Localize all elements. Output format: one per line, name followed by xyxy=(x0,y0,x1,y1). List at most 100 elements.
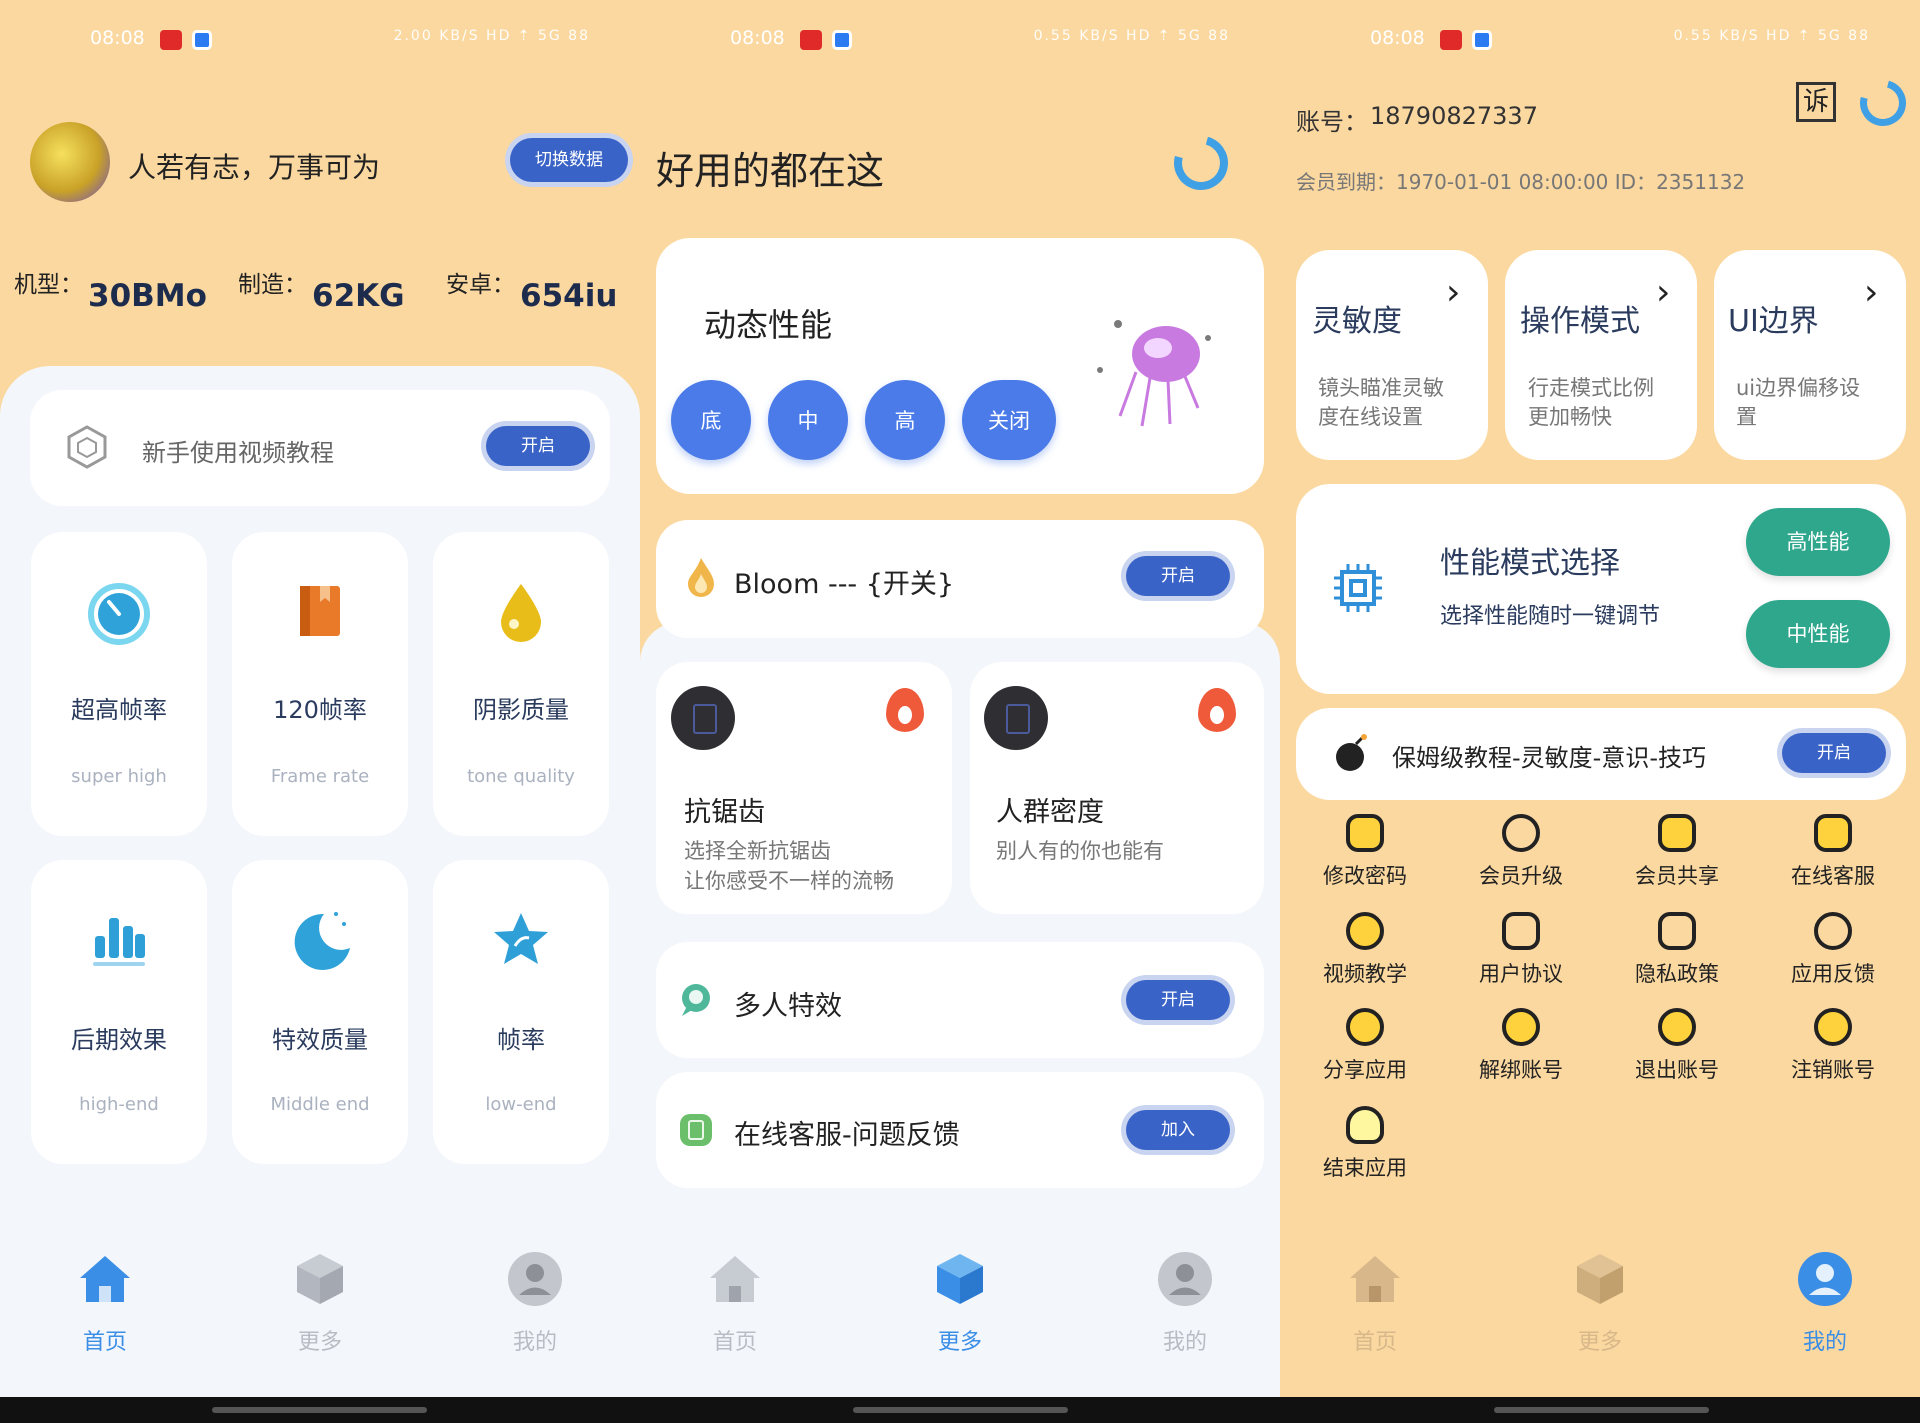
tile-effect-quality[interactable] xyxy=(232,860,408,1164)
online-support-item[interactable]: 在线客服 xyxy=(1758,814,1908,890)
operation-mode-title: 操作模式 xyxy=(1520,304,1640,339)
tile-120fps[interactable] xyxy=(232,532,408,836)
switch-data-button[interactable]: 切换数据 xyxy=(510,138,628,182)
performance-mode-sub: 选择性能随时一键调节 xyxy=(1440,604,1661,629)
perf-low-button[interactable]: 底 xyxy=(671,380,751,460)
nav-more-label: 更多 xyxy=(297,1330,342,1355)
chat-face-icon xyxy=(1814,814,1852,852)
spec-value-model: 30BMo xyxy=(88,278,207,314)
account-number: 18790827337 xyxy=(1370,102,1538,130)
nav-home-label: 首页 xyxy=(1352,1330,1397,1355)
tutorial-open-button[interactable]: 开启 xyxy=(486,426,590,466)
perf-mid-button[interactable]: 中 xyxy=(768,380,848,460)
nav-mine[interactable]: 我的 xyxy=(1080,1250,1290,1356)
tile-fps[interactable] xyxy=(433,860,609,1164)
tile-shadow-quality[interactable] xyxy=(433,532,609,836)
nav-home[interactable]: 首页 xyxy=(630,1250,840,1356)
app-feedback-item[interactable]: 应用反馈 xyxy=(1758,912,1908,988)
tile-post-effects[interactable] xyxy=(31,860,207,1164)
nav-more[interactable]: 更多 xyxy=(855,1250,1065,1356)
perf-off-button[interactable]: 关闭 xyxy=(962,380,1056,460)
support-label: 在线客服-问题反馈 xyxy=(734,1120,960,1151)
sensitivity-title: 灵敏度 xyxy=(1312,304,1402,339)
avatar[interactable] xyxy=(30,122,110,202)
fire-icon xyxy=(1198,688,1236,732)
browser-app-icon xyxy=(192,30,212,50)
grid-label: 注销账号 xyxy=(1791,1058,1875,1082)
tile-sub: super high xyxy=(71,766,167,787)
status-time: 08:08 xyxy=(730,27,785,49)
nav-more[interactable]: 更多 xyxy=(215,1250,425,1356)
member-share-item[interactable]: 会员共享 xyxy=(1602,814,1752,890)
lightbulb-icon xyxy=(1346,1106,1384,1144)
status-time: 08:08 xyxy=(1370,27,1425,49)
high-performance-button[interactable]: 高性能 xyxy=(1746,508,1890,576)
mine-screen: 08:08 0.55 KB/S HD ⇡ 5G 88 xyxy=(1280,0,1920,1397)
nav-mine[interactable]: 我的 xyxy=(1720,1250,1920,1356)
clock-face-icon xyxy=(1658,814,1696,852)
status-time: 08:08 xyxy=(90,27,145,49)
unbind-account-item[interactable]: 解绑账号 xyxy=(1446,1008,1596,1084)
browser-app-icon xyxy=(1472,30,1492,50)
drop-icon xyxy=(501,584,541,642)
cube-icon xyxy=(297,1254,343,1304)
document-icon xyxy=(671,686,735,750)
grid-label: 视频教学 xyxy=(1323,962,1407,986)
change-password-item[interactable]: 修改密码 xyxy=(1290,814,1440,890)
privacy-policy-item[interactable]: 隐私政策 xyxy=(1602,912,1752,988)
tile-ultra-fps[interactable] xyxy=(31,532,207,836)
membership-expiry: 会员到期：1970-01-01 08:00:00 ID：2351132 xyxy=(1296,170,1746,194)
video-tutorial-item[interactable]: 视频教学 xyxy=(1290,912,1440,988)
cube-icon xyxy=(937,1254,983,1304)
hexagon-icon xyxy=(67,425,107,469)
video-app-icon xyxy=(1440,30,1462,50)
document-icon xyxy=(984,686,1048,750)
smile-icon xyxy=(1346,814,1384,852)
nav-mine[interactable]: 我的 xyxy=(430,1250,640,1356)
exit-app-item[interactable]: 结束应用 xyxy=(1290,1106,1440,1182)
delete-account-item[interactable]: 注销账号 xyxy=(1758,1008,1908,1084)
ui-border-sub1: ui边界偏移设 xyxy=(1736,376,1861,400)
home-indicator[interactable] xyxy=(853,1407,1068,1413)
support-join-button[interactable]: 加入 xyxy=(1126,1110,1230,1150)
tile-title: 后期效果 xyxy=(71,1026,167,1054)
mid-performance-button[interactable]: 中性能 xyxy=(1746,600,1890,668)
home-indicator[interactable] xyxy=(212,1407,427,1413)
jellyfish-illustration-icon xyxy=(1097,320,1211,427)
ui-border-sub2: 置 xyxy=(1736,405,1757,429)
grid-label: 在线客服 xyxy=(1791,864,1875,888)
spec-value-android: 654iu xyxy=(520,278,618,314)
nav-home[interactable]: 首页 xyxy=(0,1250,210,1356)
nav-home-label: 首页 xyxy=(82,1330,127,1355)
complaint-icon[interactable]: 诉 xyxy=(1796,82,1836,122)
ui-border-title: UI边界 xyxy=(1728,304,1819,339)
share-app-item[interactable]: 分享应用 xyxy=(1290,1008,1440,1084)
grid-label: 修改密码 xyxy=(1323,864,1407,888)
bloom-open-button[interactable]: 开启 xyxy=(1126,556,1230,596)
video-app-icon xyxy=(800,30,822,50)
member-upgrade-item[interactable]: 会员升级 xyxy=(1446,814,1596,890)
bookmark-face-icon xyxy=(1658,912,1696,950)
home-indicator[interactable] xyxy=(1494,1407,1709,1413)
tile-sub: tone quality xyxy=(467,766,575,787)
person-icon xyxy=(1798,1252,1852,1306)
hexagon-face-icon xyxy=(1658,1008,1696,1046)
nav-more[interactable]: 更多 xyxy=(1495,1250,1705,1356)
nav-more-label: 更多 xyxy=(937,1330,982,1355)
spec-label-model: 机型： xyxy=(14,272,83,298)
nav-home[interactable]: 首页 xyxy=(1270,1250,1480,1356)
feedback-icon xyxy=(680,1114,712,1146)
anti-alias-title: 抗锯齿 xyxy=(684,797,765,828)
perf-high-button[interactable]: 高 xyxy=(865,380,945,460)
tile-title: 特效质量 xyxy=(272,1026,368,1054)
user-agreement-item[interactable]: 用户协议 xyxy=(1446,912,1596,988)
anti-alias-sub1: 选择全新抗锯齿 xyxy=(684,839,831,863)
guide-open-button[interactable]: 开启 xyxy=(1782,733,1886,773)
nav-mine-label: 我的 xyxy=(1802,1330,1847,1355)
face-icon xyxy=(1346,912,1384,950)
multi-effects-open-button[interactable]: 开启 xyxy=(1126,980,1230,1020)
tile-title: 帧率 xyxy=(497,1026,545,1054)
logout-item[interactable]: 退出账号 xyxy=(1602,1008,1752,1084)
grid-label: 结束应用 xyxy=(1323,1156,1407,1180)
status-indicators: 0.55 KB/S HD ⇡ 5G 88 xyxy=(1033,28,1230,44)
